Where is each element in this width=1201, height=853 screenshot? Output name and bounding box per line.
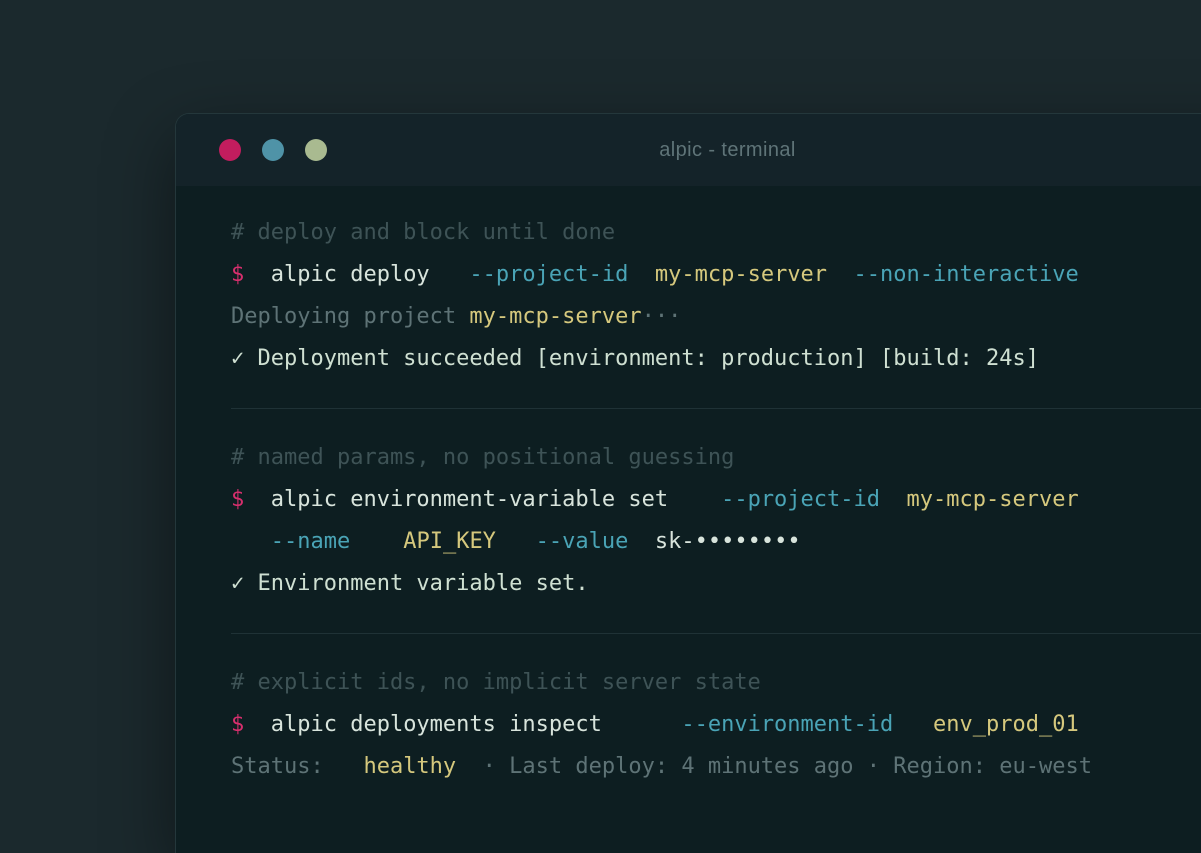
terminal-text-flag: --environment-id <box>681 712 894 737</box>
traffic-light-buttons <box>176 139 327 161</box>
terminal-text-base: alpic deployments inspect <box>244 712 682 737</box>
terminal-text-value: my-mcp-server <box>880 487 1079 512</box>
terminal-text-comment: # explicit ids, no implicit server state <box>231 670 761 695</box>
terminal-text-value: my-mcp-server <box>469 304 642 329</box>
terminal-command-line: $ alpic deployments inspect --environmen… <box>231 704 1201 746</box>
terminal-text-base <box>231 529 271 554</box>
terminal-output-line: ✓ Environment variable set. <box>231 563 1201 605</box>
terminal-output-line: Status: healthy · Last deploy: 4 minutes… <box>231 746 1201 788</box>
terminal-text-success: ✓ Deployment succeeded [environment: pro… <box>231 346 1039 371</box>
terminal-text-muted: Deploying project <box>231 304 470 329</box>
terminal-text-muted: ··· <box>641 304 682 329</box>
terminal-comment-line: # deploy and block until done <box>231 212 1201 254</box>
terminal-comment-line: # named params, no positional guessing <box>231 437 1201 479</box>
terminal-text-muted: Status: <box>231 754 364 779</box>
terminal-text-comment: # deploy and block until done <box>231 220 616 245</box>
terminal-text-value: my-mcp-server <box>628 262 828 287</box>
terminal-comment-line: # explicit ids, no implicit server state <box>231 662 1201 704</box>
terminal-output-line: Deploying project my-mcp-server··· <box>231 296 1201 338</box>
terminal-text-flag: --project-id <box>721 487 881 512</box>
terminal-text-flag: --non-interactive <box>827 262 1079 287</box>
terminal-output: # deploy and block until done $ alpic dep… <box>176 186 1201 788</box>
terminal-command-line: $ alpic deploy --project-id my-mcp-serve… <box>231 254 1201 296</box>
terminal-command-line: --name API_KEY --value sk-•••••••• <box>231 521 1201 563</box>
minimize-button[interactable] <box>262 139 284 161</box>
window-titlebar: alpic - terminal <box>176 114 1201 186</box>
section-divider <box>231 408 1201 409</box>
terminal-text-success: ✓ Environment variable set. <box>231 571 589 596</box>
terminal-text-flag: --value <box>495 529 629 554</box>
window-title: alpic - terminal <box>659 138 796 161</box>
terminal-text-prompt: $ <box>231 487 245 512</box>
close-button[interactable] <box>219 139 241 161</box>
terminal-text-base: alpic environment-variable set <box>244 487 722 512</box>
terminal-text-comment: # named params, no positional guessing <box>231 445 735 470</box>
terminal-text-value: env_prod_01 <box>893 712 1079 737</box>
terminal-text-value: API_KEY <box>350 529 496 554</box>
terminal-text-base: sk-•••••••• <box>628 529 801 554</box>
terminal-command-line: $ alpic environment-variable set --proje… <box>231 479 1201 521</box>
terminal-text-prompt: $ <box>231 712 245 737</box>
terminal-text-prompt: $ <box>231 262 245 287</box>
terminal-output-line: ✓ Deployment succeeded [environment: pro… <box>231 338 1201 380</box>
terminal-text-base: alpic deploy <box>244 262 470 287</box>
section-divider <box>231 633 1201 634</box>
terminal-text-muted: · Last deploy: 4 minutes ago · Region: e… <box>456 754 1092 779</box>
terminal-text-value: healthy <box>363 754 457 779</box>
zoom-button[interactable] <box>305 139 327 161</box>
terminal-window: alpic - terminal # deploy and block unti… <box>175 113 1201 853</box>
terminal-text-flag: --name <box>270 529 351 554</box>
terminal-text-flag: --project-id <box>469 262 629 287</box>
